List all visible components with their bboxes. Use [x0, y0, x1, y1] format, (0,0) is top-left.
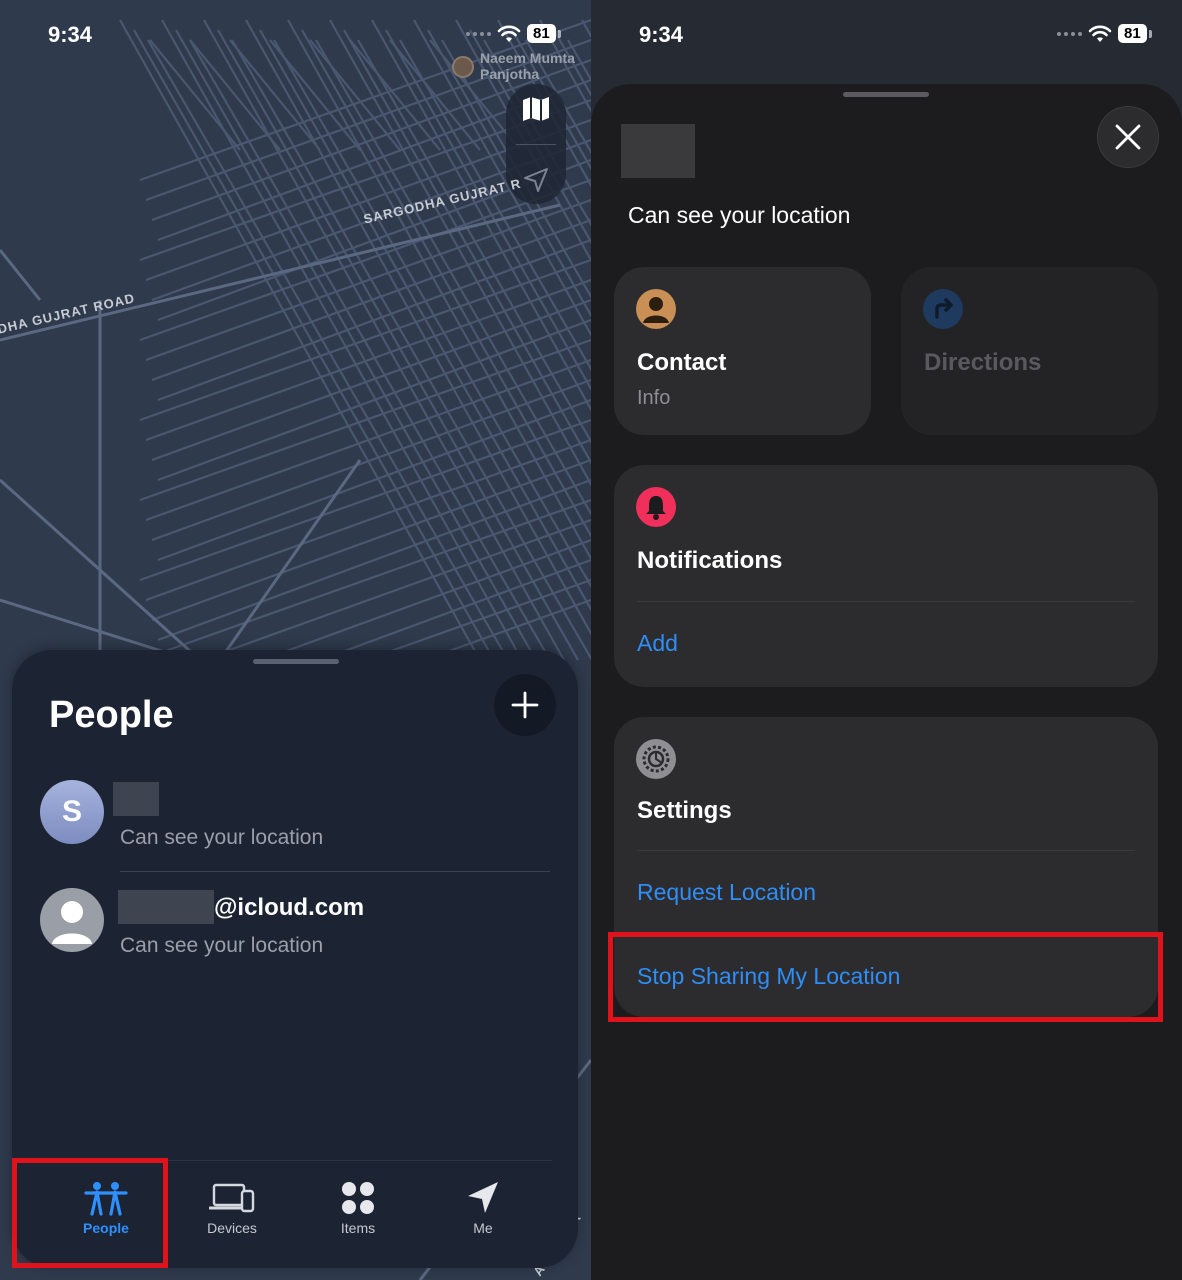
wifi-icon — [1088, 25, 1112, 42]
person-silhouette-icon — [52, 901, 92, 944]
turn-arrow-icon — [935, 298, 953, 319]
wifi-icon — [497, 25, 521, 42]
gear-icon — [636, 739, 676, 779]
signal-dots-icon — [1057, 31, 1082, 36]
battery-indicator: 81 — [1118, 24, 1152, 43]
sheet-title: People — [49, 694, 174, 736]
directions-card[interactable]: Directions — [901, 267, 1158, 435]
row-divider — [120, 871, 550, 872]
tab-label: Me — [473, 1220, 493, 1236]
status-indicators: 81 — [1057, 24, 1152, 43]
tab-label: Devices — [207, 1220, 257, 1236]
person-detail-screen: 9:34 81 Can see your location Contact In… — [591, 0, 1182, 1280]
contact-icon — [636, 289, 676, 329]
notifications-title: Notifications — [637, 547, 783, 574]
items-icon — [342, 1182, 374, 1214]
request-location-link[interactable]: Request Location — [637, 879, 816, 906]
card-divider — [637, 850, 1135, 851]
location-arrow-icon — [468, 1182, 498, 1213]
place-name-line1: Naeem Mumta — [480, 50, 575, 66]
redacted-email — [118, 890, 214, 924]
devices-icon — [209, 1183, 255, 1213]
contact-card[interactable]: Contact Info — [614, 267, 871, 435]
find-my-people-screen: 9:34 81 Naeem Mumta Panjotha SARGODHA GU… — [0, 0, 591, 1280]
tab-label: Items — [340, 1220, 376, 1236]
location-status-text: Can see your location — [628, 202, 851, 228]
status-time: 9:34 — [639, 22, 684, 47]
highlight-box-people-tab — [12, 1158, 168, 1268]
person-status: Can see your location — [120, 826, 324, 849]
status-time: 9:34 — [48, 22, 93, 47]
add-person-button[interactable] — [494, 674, 556, 736]
close-icon — [1115, 124, 1141, 150]
place-pin-icon — [452, 56, 474, 78]
person-row[interactable]: S Can see your location — [40, 778, 552, 878]
notifications-card: Notifications Add — [614, 465, 1158, 687]
redacted-person-name — [621, 124, 695, 178]
tab-items[interactable]: Items — [298, 1180, 418, 1236]
tab-devices[interactable]: Devices — [172, 1180, 292, 1236]
add-notification-link[interactable]: Add — [637, 630, 678, 657]
map-mode-icon[interactable] — [521, 95, 551, 123]
tab-me[interactable]: Me — [423, 1180, 543, 1236]
avatar: S — [40, 780, 104, 844]
bell-icon — [636, 487, 676, 527]
highlight-box-stop-sharing — [608, 932, 1163, 1022]
person-detail-sheet: Can see your location Contact Info Direc… — [591, 84, 1182, 1280]
contact-title: Contact — [637, 349, 727, 376]
settings-title: Settings — [637, 797, 732, 824]
location-arrow-icon[interactable] — [522, 166, 550, 194]
place-name-line2: Panjotha — [480, 66, 540, 82]
close-button[interactable] — [1097, 106, 1159, 168]
signal-dots-icon — [466, 31, 491, 36]
status-indicators: 81 — [466, 24, 561, 43]
person-silhouette-icon — [643, 297, 669, 323]
card-divider — [637, 601, 1135, 602]
gear-glyph-icon — [642, 745, 670, 773]
avatar — [40, 888, 104, 952]
redacted-name — [113, 782, 159, 816]
sheet-grabber[interactable] — [843, 92, 929, 97]
directions-title: Directions — [924, 349, 1042, 376]
map-place-label[interactable]: Naeem Mumta Panjotha — [452, 50, 575, 82]
person-status: Can see your location — [120, 934, 324, 957]
person-row[interactable]: @icloud.com Can see your location — [40, 886, 552, 986]
battery-indicator: 81 — [527, 24, 561, 43]
sheet-grabber[interactable] — [253, 659, 339, 664]
plus-icon — [511, 691, 539, 719]
contact-subtitle: Info — [637, 387, 671, 409]
person-email-suffix: @icloud.com — [214, 894, 365, 921]
bell-glyph-icon — [646, 496, 666, 520]
directions-icon — [923, 289, 963, 329]
